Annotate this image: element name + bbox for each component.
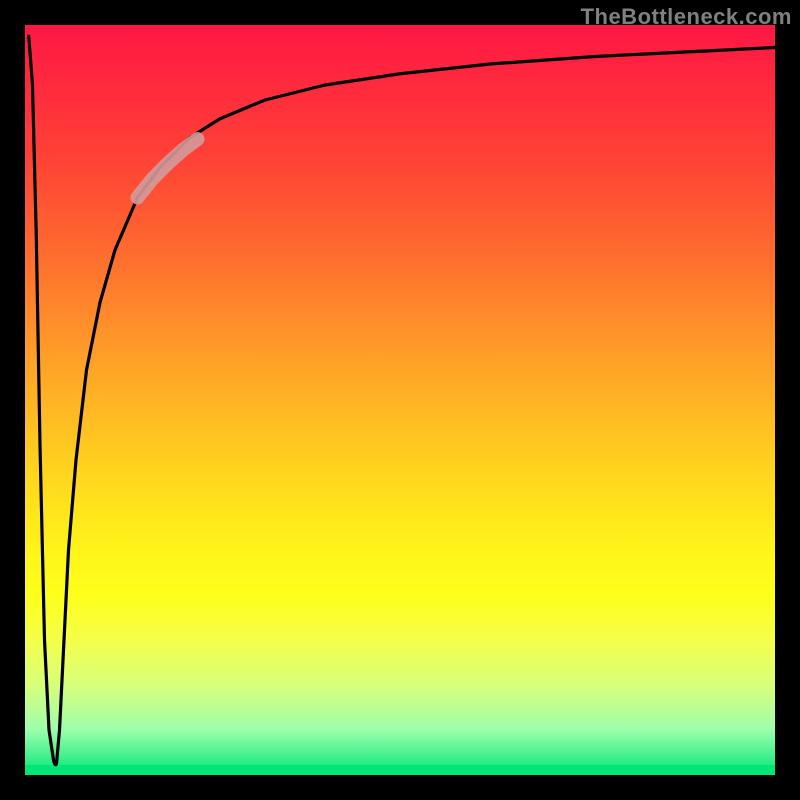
chart-stage: TheBottleneck.com bbox=[0, 0, 800, 800]
plot-area bbox=[25, 25, 775, 775]
watermark: TheBottleneck.com bbox=[581, 4, 792, 30]
green-baseline bbox=[25, 765, 775, 775]
